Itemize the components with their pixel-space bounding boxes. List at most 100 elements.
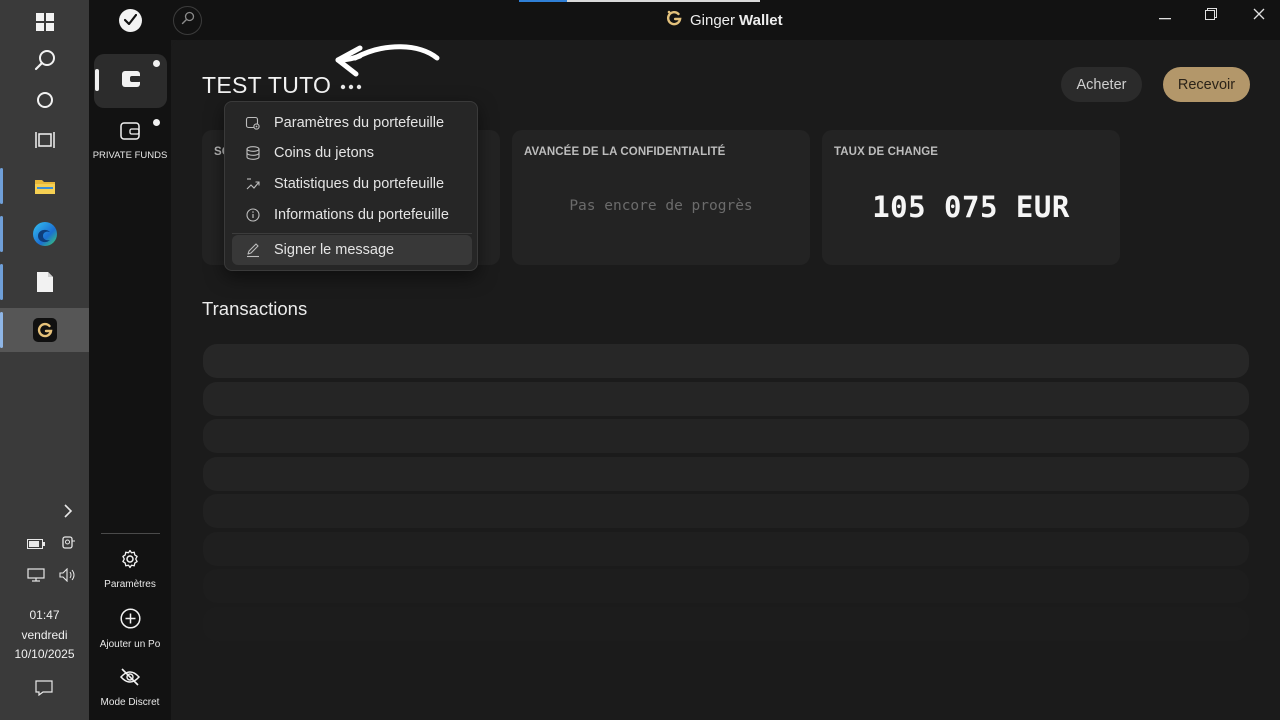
tray-expand-button[interactable] xyxy=(57,502,79,524)
cortana-icon xyxy=(36,91,54,109)
search-icon xyxy=(181,11,195,30)
menu-item-coins[interactable]: Coins du jetons xyxy=(232,138,472,168)
taskbar-notepad[interactable] xyxy=(0,260,89,304)
menu-item-label: Paramètres du portefeuille xyxy=(274,115,445,131)
taskbar-edge[interactable] xyxy=(0,212,89,256)
settings-nav[interactable]: Paramètres xyxy=(89,549,171,590)
transaction-placeholder-row xyxy=(203,607,1249,641)
ginger-wallet-icon xyxy=(32,318,57,342)
transaction-placeholder-row xyxy=(203,381,1249,416)
chevron-right-icon xyxy=(63,503,73,523)
clock-day[interactable]: vendredi xyxy=(0,626,89,645)
notification-icon xyxy=(35,679,53,701)
cortana-button[interactable] xyxy=(0,78,89,122)
menu-item-label: Informations du portefeuille xyxy=(274,207,449,223)
menu-item-label: Signer le message xyxy=(274,242,395,258)
minimize-icon xyxy=(1159,7,1171,25)
file-explorer-icon xyxy=(34,177,56,195)
discreet-mode-label: Mode Discret xyxy=(100,697,160,708)
restore-button[interactable] xyxy=(1197,5,1225,27)
network-button[interactable] xyxy=(25,566,47,588)
exchange-tile-label: TAUX DE CHANGE xyxy=(834,146,939,158)
gear-icon xyxy=(120,549,140,574)
windows-icon xyxy=(35,13,54,31)
transaction-placeholder-row xyxy=(203,532,1249,566)
wallet-name-title: TEST TUTO xyxy=(202,72,332,98)
plus-circle-icon xyxy=(119,608,141,634)
hand-drawn-arrow-icon xyxy=(330,40,445,85)
statistics-icon xyxy=(245,176,261,192)
privacy-progress-tile: AVANCÉE DE LA CONFIDENTIALITÉ Pas encore… xyxy=(512,130,810,265)
transaction-placeholder-row xyxy=(203,419,1249,453)
menu-item-sign-message[interactable]: Signer le message xyxy=(232,235,472,265)
menu-separator xyxy=(232,233,472,234)
eye-off-icon xyxy=(119,667,141,692)
private-funds-status-dot xyxy=(153,119,160,126)
restore-icon xyxy=(1205,7,1217,25)
add-wallet-label: Ajouter un Po xyxy=(99,639,161,650)
receive-button[interactable]: Recevoir xyxy=(1163,67,1250,102)
notifications-button[interactable] xyxy=(33,679,55,701)
private-funds-label: PRIVATE FUNDS xyxy=(92,150,168,161)
meet-now-button[interactable] xyxy=(57,534,79,556)
sign-pen-icon xyxy=(245,242,261,258)
app-name-light: Ginger xyxy=(690,11,736,29)
task-view-button[interactable] xyxy=(0,118,89,162)
battery-icon xyxy=(27,536,45,554)
transaction-placeholder-row xyxy=(203,569,1249,603)
network-icon xyxy=(27,567,45,587)
menu-item-label: Statistiques du portefeuille xyxy=(274,176,445,192)
buy-button[interactable]: Acheter xyxy=(1061,67,1142,102)
minimize-button[interactable] xyxy=(1151,5,1179,27)
exchange-rate-tile: TAUX DE CHANGE 105 075 EUR xyxy=(822,130,1120,265)
checkmark-icon xyxy=(123,12,138,30)
sync-progress-track xyxy=(567,0,760,2)
wallet-outline-icon xyxy=(120,122,140,145)
ginger-logo-icon xyxy=(664,8,684,32)
transaction-placeholder-row xyxy=(203,344,1249,378)
connection-status-button[interactable] xyxy=(119,9,142,32)
exchange-rate-value: 105 075 EUR xyxy=(872,190,1070,224)
taskbar-active-indicator xyxy=(0,312,3,348)
taskbar-search-button[interactable] xyxy=(0,38,89,82)
transactions-title: Transactions xyxy=(202,298,308,319)
menu-item-wallet-settings[interactable]: Paramètres du portefeuille xyxy=(232,108,472,138)
settings-label: Paramètres xyxy=(104,579,156,590)
task-view-icon xyxy=(34,131,55,149)
camera-icon xyxy=(60,535,76,556)
wallet-private-funds-nav[interactable]: PRIVATE FUNDS xyxy=(89,122,171,161)
close-button[interactable] xyxy=(1245,5,1273,27)
menu-item-information[interactable]: Informations du portefeuille xyxy=(232,200,472,230)
privacy-tile-label: AVANCÉE DE LA CONFIDENTIALITÉ xyxy=(524,146,726,158)
transaction-placeholder-row xyxy=(203,457,1249,491)
coins-icon xyxy=(245,145,261,161)
sync-progress-filled xyxy=(519,0,567,2)
notepad-icon xyxy=(36,271,54,293)
close-icon xyxy=(1253,7,1265,25)
taskbar-ginger-wallet[interactable] xyxy=(0,308,89,352)
clock-date[interactable]: 10/10/2025 xyxy=(0,645,89,664)
info-icon xyxy=(245,207,261,223)
volume-icon xyxy=(59,567,77,587)
sidebar-divider xyxy=(101,533,160,534)
wallet-settings-icon xyxy=(245,115,261,131)
edge-icon xyxy=(32,221,58,247)
clock-time[interactable]: 01:47 xyxy=(0,606,89,625)
wallet-status-dot xyxy=(153,60,160,67)
app-search-button[interactable] xyxy=(173,6,202,35)
add-wallet-nav[interactable]: Ajouter un Po xyxy=(89,608,171,650)
selected-wallet-indicator xyxy=(95,69,99,91)
menu-item-statistics[interactable]: Statistiques du portefeuille xyxy=(232,169,472,199)
search-icon xyxy=(34,49,56,71)
app-name-bold: Wallet xyxy=(739,11,783,29)
app-title: Ginger Wallet xyxy=(664,10,783,30)
wallet-options-menu: Paramètres du portefeuille Coins du jeto… xyxy=(224,101,478,271)
discreet-mode-nav[interactable]: Mode Discret xyxy=(89,667,171,708)
taskbar-file-explorer[interactable] xyxy=(0,164,89,208)
volume-button[interactable] xyxy=(57,566,79,588)
windows-taskbar: 01:47 vendredi 10/10/2025 xyxy=(0,0,89,720)
wallet-icon xyxy=(121,70,141,93)
battery-button[interactable] xyxy=(25,534,47,556)
transaction-placeholder-row xyxy=(203,494,1249,528)
menu-item-label: Coins du jetons xyxy=(274,145,374,161)
